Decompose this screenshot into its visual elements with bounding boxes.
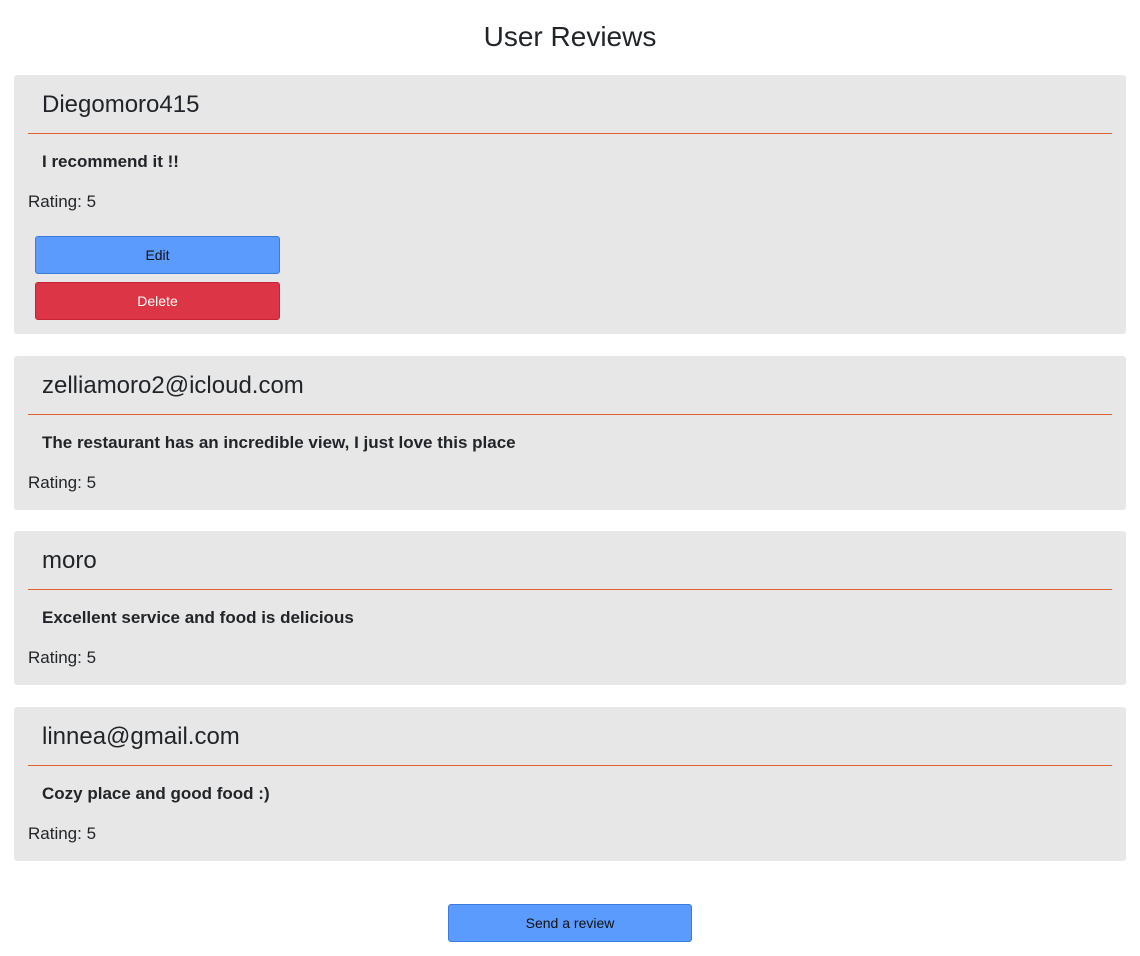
review-comment: I recommend it !! [42,152,179,171]
review-divider [28,414,1112,415]
review-card: zelliamoro2@icloud.com The restaurant ha… [14,356,1126,510]
review-divider [28,133,1112,134]
review-rating: Rating: 5 [28,648,97,667]
page-title: User Reviews [483,21,657,52]
review-card: Diegomoro415 I recommend it !! Rating: 5… [14,75,1126,334]
review-card: moro Excellent service and food is delic… [14,531,1126,685]
review-author: moro [42,547,97,574]
reviews-page: User Reviews Diegomoro415 I recommend it… [0,0,1140,956]
review-card: linnea@gmail.com Cozy place and good foo… [14,707,1126,861]
edit-review-button[interactable]: Edit [35,236,280,274]
send-review-button[interactable]: Send a review [448,904,692,942]
review-rating: Rating: 5 [28,824,97,843]
review-comment: The restaurant has an incredible view, I… [42,433,516,452]
review-divider [28,765,1112,766]
delete-review-button[interactable]: Delete [35,282,280,320]
review-comment: Cozy place and good food :) [42,784,270,803]
review-author: linnea@gmail.com [42,723,240,750]
review-divider [28,589,1112,590]
review-author: Diegomoro415 [42,91,200,118]
review-rating: Rating: 5 [28,192,97,211]
review-rating: Rating: 5 [28,473,97,492]
review-author: zelliamoro2@icloud.com [42,372,304,399]
review-comment: Excellent service and food is delicious [42,608,354,627]
